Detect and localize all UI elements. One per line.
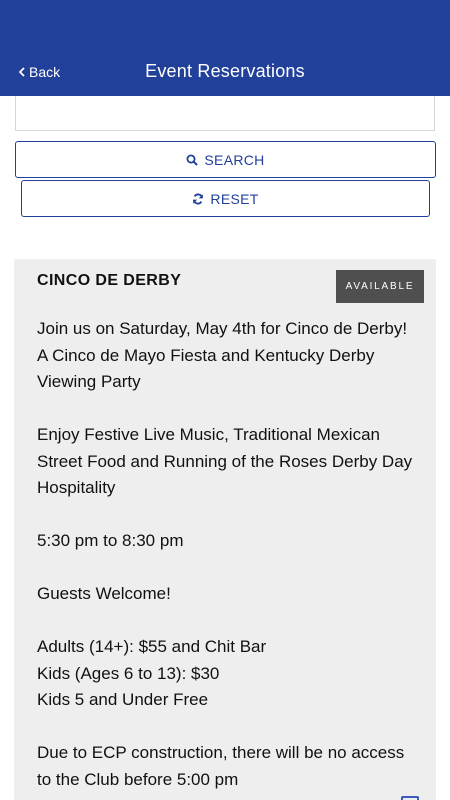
status-badge: AVAILABLE (336, 270, 424, 303)
event-description: Join us on Saturday, May 4th for Cinco d… (37, 316, 422, 800)
search-icon (186, 154, 199, 166)
description-line: Enjoy Festive Live Music, Traditional Me… (37, 425, 380, 444)
reset-button[interactable]: RESET (21, 180, 430, 217)
description-line: Viewing Party (37, 372, 141, 391)
description-line: Guests Welcome! (37, 584, 171, 603)
search-input[interactable] (15, 96, 435, 131)
reset-button-label: RESET (210, 190, 259, 207)
refresh-icon (193, 193, 204, 204)
page-title: Event Reservations (145, 61, 305, 81)
search-button[interactable]: SEARCH (15, 141, 436, 178)
description-line: Kids (Ages 6 to 13): $30 (37, 663, 220, 683)
description-line: 5:30 pm to 8:30 pm (37, 531, 184, 550)
description-paragraph: Adults (14+): $55 and Chit Bar Kids (Age… (37, 634, 422, 714)
description-line: A Cinco de Mayo Fiesta and Kentucky Derb… (37, 345, 375, 365)
description-paragraph: Enjoy Festive Live Music, Traditional Me… (37, 422, 422, 502)
description-paragraph: Guests Welcome! (37, 581, 422, 608)
description-paragraph: Due to ECP construction, there will be n… (37, 740, 422, 793)
description-paragraph: Join us on Saturday, May 4th for Cinco d… (37, 316, 422, 396)
description-line: Street Food and Running of the Roses Der… (37, 451, 413, 471)
event-title: CINCO DE DERBY (37, 272, 182, 289)
search-button-label: SEARCH (204, 151, 265, 168)
description-line: Join us on Saturday, May 4th for Cinco d… (37, 319, 408, 338)
select-checkbox[interactable] (401, 796, 419, 800)
description-line: to the Club before 5:00 pm (37, 769, 239, 789)
description-paragraph: 5:30 pm to 8:30 pm (37, 528, 422, 555)
description-line: Due to ECP construction, there will be n… (37, 743, 405, 762)
description-line: Kids 5 and Under Free (37, 690, 209, 709)
description-line: Hospitality (37, 478, 116, 497)
app-header: Back Event Reservations (0, 0, 450, 96)
event-card[interactable]: CINCO DE DERBY AVAILABLE Join us on Satu… (14, 259, 436, 800)
description-line: Adults (14+): $55 and Chit Bar (37, 637, 267, 656)
